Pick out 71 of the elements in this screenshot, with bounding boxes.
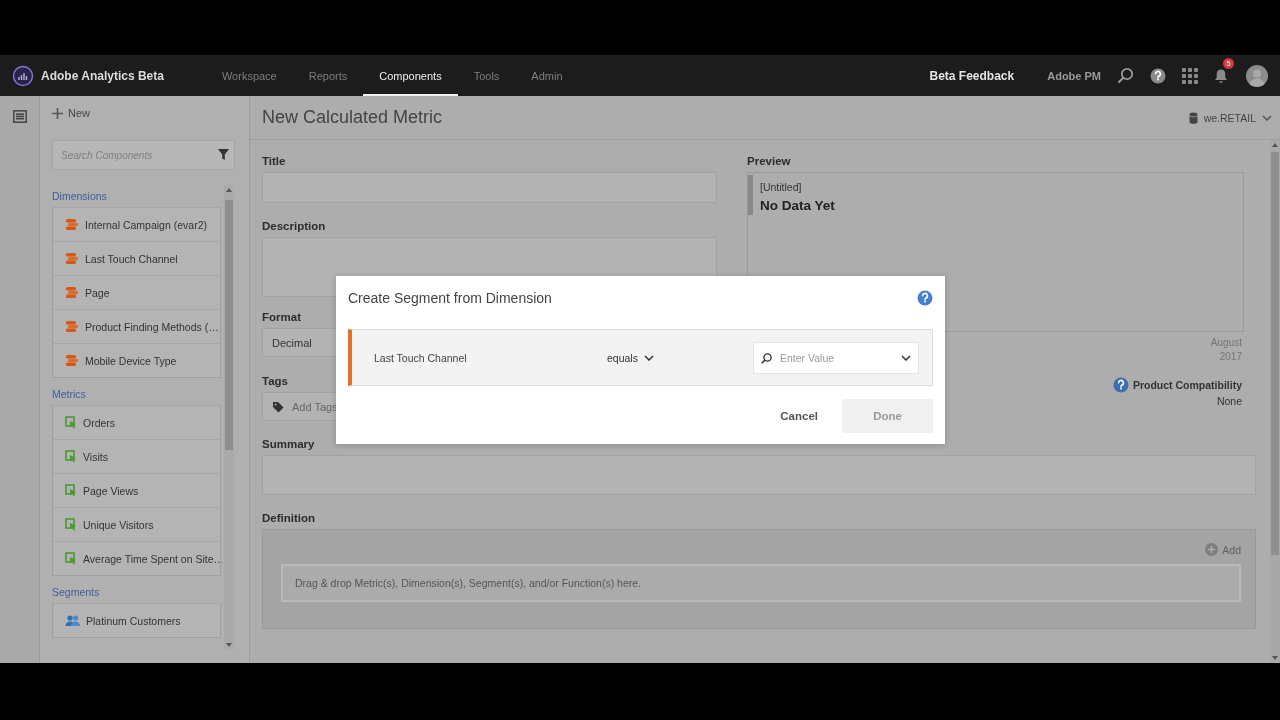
dialog-title: Create Segment from Dimension bbox=[348, 289, 552, 306]
app-logo-icon[interactable] bbox=[12, 64, 34, 87]
new-button[interactable]: New bbox=[52, 96, 90, 130]
help-icon[interactable] bbox=[1150, 67, 1166, 84]
field-label: Tags bbox=[262, 374, 289, 389]
search-icon bbox=[761, 352, 772, 364]
user-name[interactable]: Adobe PM bbox=[1047, 69, 1101, 82]
nav-tab[interactable]: Tools bbox=[457, 55, 516, 96]
value-field[interactable]: Enter Value bbox=[753, 341, 919, 374]
component-item[interactable]: Page bbox=[52, 275, 221, 310]
nav-tab[interactable]: Workspace bbox=[205, 55, 293, 96]
nav-tab[interactable]: Admin bbox=[515, 55, 579, 96]
nav-tab[interactable]: Reports bbox=[292, 55, 364, 96]
cancel-button[interactable]: Cancel bbox=[764, 399, 834, 433]
metric-icon bbox=[65, 449, 77, 464]
tag-icon bbox=[272, 400, 284, 413]
field-label: Definition bbox=[262, 511, 317, 526]
filter-icon[interactable] bbox=[218, 149, 229, 160]
dimension-icon bbox=[65, 286, 79, 299]
beta-feedback-link[interactable]: Beta Feedback bbox=[929, 68, 1015, 83]
dimension-icon bbox=[65, 218, 79, 231]
bell-icon[interactable] bbox=[1214, 67, 1228, 84]
metric-icon bbox=[65, 415, 77, 430]
component-item[interactable]: Average Time Spent on Site… bbox=[52, 541, 221, 576]
apps-grid-icon[interactable] bbox=[1182, 67, 1198, 84]
scrollbar[interactable] bbox=[1270, 140, 1280, 663]
app-name: Adobe Analytics Beta bbox=[41, 68, 164, 83]
chevron-down-icon bbox=[901, 354, 911, 361]
plus-circle-icon bbox=[1205, 543, 1219, 556]
component-item[interactable]: Mobile Device Type bbox=[52, 343, 221, 378]
plus-icon bbox=[52, 107, 63, 119]
field-label: Summary bbox=[262, 437, 316, 452]
field-label: Description bbox=[262, 219, 327, 234]
metric-icon bbox=[65, 517, 77, 532]
page-title: New Calculated Metric bbox=[262, 107, 443, 128]
search-icon[interactable] bbox=[1117, 67, 1134, 84]
metric-icon bbox=[65, 483, 77, 498]
section-heading: Metrics bbox=[52, 387, 87, 402]
operator-dropdown[interactable]: equals bbox=[607, 351, 753, 364]
field-label: Title bbox=[262, 154, 287, 169]
chevron-down-icon bbox=[643, 354, 654, 361]
dimension-icon bbox=[65, 320, 79, 333]
chevron-down-icon bbox=[1262, 114, 1272, 121]
compatibility-value: None bbox=[1216, 395, 1242, 407]
segment-icon bbox=[65, 614, 80, 627]
component-item[interactable]: Last Touch Channel bbox=[52, 241, 221, 276]
section-heading: Segments bbox=[52, 585, 101, 600]
database-icon bbox=[1188, 111, 1198, 124]
dimension-name: Last Touch Channel bbox=[374, 351, 468, 364]
component-item[interactable]: Visits bbox=[52, 439, 221, 474]
drop-zone[interactable]: Drag & drop Metric(s), Dimension(s), Segment(s), and/or Function(s) here. bbox=[281, 564, 1241, 602]
component-item[interactable]: Internal Campaign (evar2) bbox=[52, 207, 221, 242]
list-view-icon[interactable] bbox=[12, 110, 27, 123]
field-label: Format bbox=[262, 310, 302, 325]
compatibility-label: Product Compatibility bbox=[1132, 379, 1242, 391]
section-heading: Dimensions bbox=[52, 189, 108, 204]
metric-icon bbox=[65, 551, 77, 566]
scrollbar[interactable] bbox=[224, 185, 234, 650]
avatar-icon[interactable] bbox=[1246, 64, 1268, 87]
component-item[interactable]: Platinum Customers bbox=[52, 603, 221, 638]
component-item[interactable]: Orders bbox=[52, 405, 221, 440]
dimension-icon bbox=[65, 252, 79, 265]
dimension-icon bbox=[65, 354, 79, 367]
component-item[interactable]: Product Finding Methods (… bbox=[52, 309, 221, 344]
component-item[interactable]: Page Views bbox=[52, 473, 221, 508]
component-item[interactable]: Unique Visitors bbox=[52, 507, 221, 542]
preview-metric-title: [Untitled] bbox=[760, 181, 803, 193]
preview-value: No Data Yet bbox=[760, 198, 835, 213]
report-suite-selector[interactable]: we.RETAIL bbox=[1188, 111, 1272, 124]
field-label: Preview bbox=[747, 154, 792, 169]
notification-badge: 5 bbox=[1223, 57, 1234, 69]
